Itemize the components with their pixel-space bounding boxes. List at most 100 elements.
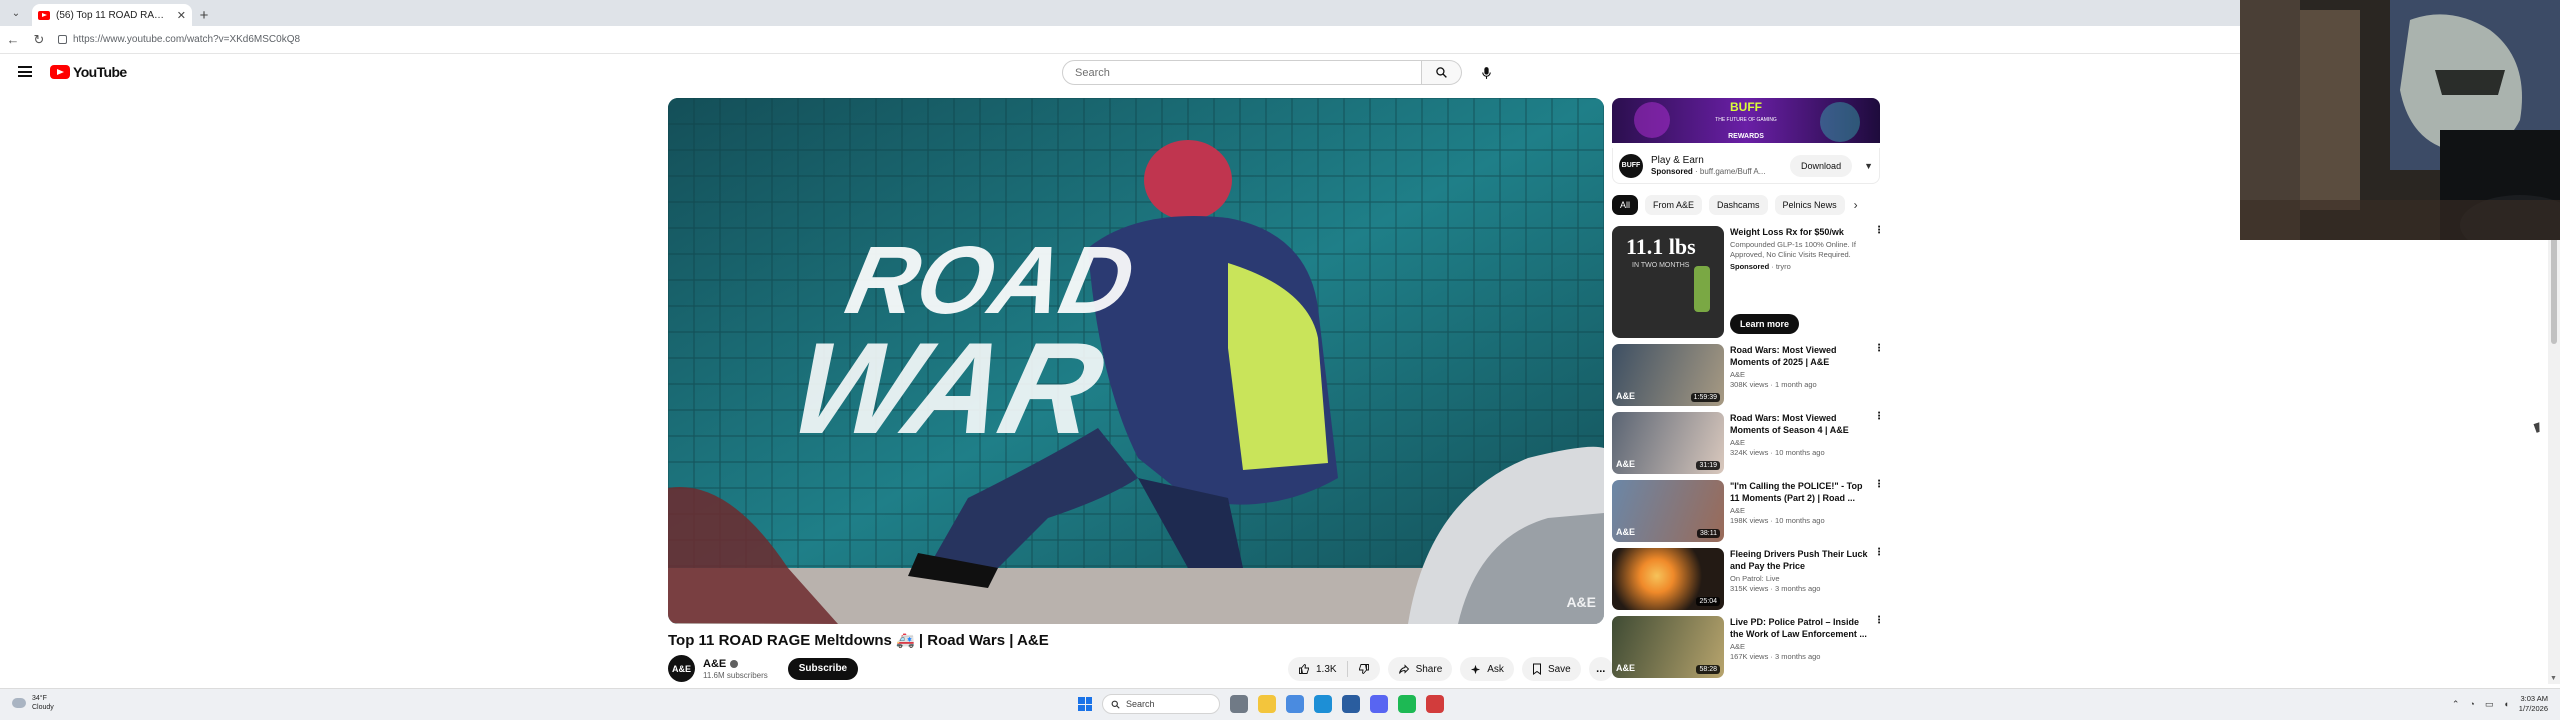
recommendation-title[interactable]: Road Wars: Most Viewed Moments of 2025 |… [1730, 344, 1870, 368]
url-field[interactable]: https://www.youtube.com/watch?v=XKd6MSC0… [58, 34, 300, 45]
recommendation-info: "I'm Calling the POLICE!" - Top 11 Momen… [1730, 480, 1884, 542]
recommendation-thumbnail[interactable]: A&E 1:59:39 [1612, 344, 1724, 406]
learn-more-button[interactable]: Learn more [1730, 314, 1800, 334]
ad-title: Play & Earn [1651, 155, 1704, 166]
recommendation-meta: 308K views · 1 month ago [1730, 380, 1817, 389]
recommendation-meta: 167K views · 3 months ago [1730, 652, 1821, 661]
network-icon[interactable]: ◔ [2469, 699, 2474, 709]
new-tab-icon[interactable]: + [192, 4, 216, 26]
chevron-up-icon[interactable]: ⌃ [2452, 699, 2460, 710]
promoted-description: Compounded GLP-1s 100% Online. If Approv… [1730, 240, 1856, 259]
task-view-icon[interactable] [1230, 695, 1248, 713]
ask-button[interactable]: Ask [1460, 657, 1514, 681]
recommendation-channel[interactable]: A&E [1730, 506, 1870, 515]
video-overlay-war: WAR [778, 316, 1117, 461]
save-button[interactable]: Save [1521, 657, 1581, 681]
channel-avatar[interactable]: A&E [668, 655, 695, 682]
recommendation-channel[interactable]: A&E [1730, 370, 1870, 379]
more-options-icon[interactable]: ⋮ [1874, 226, 1884, 236]
ad-info-row[interactable]: BUFF Play & Earn Sponsored · buff.game/B… [1612, 148, 1880, 184]
more-actions-button[interactable]: ... [1588, 657, 1613, 681]
subscribe-button[interactable]: Subscribe [787, 657, 859, 680]
voice-search-button[interactable] [1474, 60, 1499, 85]
promoted-title[interactable]: Weight Loss Rx for $50/wk [1730, 226, 1882, 238]
chip-all[interactable]: All [1612, 195, 1639, 215]
youtube-logo-icon [50, 65, 70, 79]
dislike-icon[interactable] [1358, 663, 1370, 675]
webcam-overlay [2240, 0, 2560, 240]
promoted-thumb-headline: 11.1 lbs [1626, 234, 1696, 259]
recommendation-thumbnail[interactable]: 25:04 [1612, 548, 1724, 610]
chrome-icon[interactable] [1286, 695, 1304, 713]
edge-icon[interactable] [1314, 695, 1332, 713]
recommendation-channel[interactable]: A&E [1730, 642, 1870, 651]
more-options-icon[interactable]: ⋮ [1874, 616, 1884, 626]
chip-from-ae[interactable]: From A&E [1645, 195, 1703, 215]
browser-tab-active[interactable]: (56) Top 11 ROAD RAGE Melt ✕ [32, 4, 192, 26]
more-options-icon[interactable]: ⋮ [1874, 480, 1884, 490]
volume-icon[interactable]: ◖ [2503, 699, 2508, 709]
more-options-icon[interactable]: ⋮ [1874, 548, 1884, 558]
ad-banner-brand: BUFF [1730, 100, 1762, 114]
display-icon[interactable]: ▭ [2485, 699, 2494, 710]
channel-name[interactable]: A&E [703, 658, 726, 670]
store-icon[interactable] [1342, 695, 1360, 713]
recommendation-thumbnail[interactable]: A&E 31:19 [1612, 412, 1724, 474]
windows-start-icon[interactable] [1078, 697, 1092, 711]
scrollbar-thumb[interactable] [2551, 234, 2557, 344]
file-explorer-icon[interactable] [1258, 695, 1276, 713]
reload-icon[interactable]: ↻ [32, 32, 46, 48]
recommendation-item[interactable]: A&E 58:28 Live PD: Police Patrol – Inside… [1612, 616, 1884, 678]
related-sidebar: BUFF THE FUTURE OF GAMING REWARDS BUFF P… [1612, 98, 1884, 678]
recommendation-title[interactable]: Road Wars: Most Viewed Moments of Season… [1730, 412, 1870, 436]
recommendation-item[interactable]: A&E 1:59:39 Road Wars: Most Viewed Moment… [1612, 344, 1884, 406]
chevron-down-icon[interactable]: ▼ [1864, 161, 1873, 171]
taskbar-search[interactable]: Search [1102, 694, 1220, 714]
weather-widget[interactable]: 34°F Cloudy [12, 694, 54, 712]
channel-name-row[interactable]: A&E [703, 658, 768, 670]
recommendation-channel[interactable]: A&E [1730, 438, 1870, 447]
promoted-sponsor: Sponsored · tryro [1730, 262, 1882, 271]
search-input[interactable]: Search [1062, 60, 1422, 85]
ad-banner-image[interactable]: BUFF THE FUTURE OF GAMING REWARDS [1612, 98, 1880, 143]
tab-search-icon[interactable]: ⌄ [4, 3, 28, 23]
youtube-logo[interactable]: YouTube [50, 64, 127, 80]
recommendation-title[interactable]: Fleeing Drivers Push Their Luck and Pay … [1730, 548, 1870, 572]
clock[interactable]: 3:03 AM 1/7/2026 [2519, 694, 2548, 714]
recommendation-channel[interactable]: On Patrol: Live [1730, 574, 1870, 583]
promoted-thumbnail[interactable]: 11.1 lbs IN TWO MONTHS [1612, 226, 1724, 338]
chevron-right-icon[interactable]: › [1854, 198, 1858, 212]
menu-icon[interactable] [18, 66, 32, 77]
search-button[interactable] [1422, 60, 1462, 85]
video-player[interactable]: ROAD WAR A&E [668, 98, 1604, 624]
search-icon [1111, 700, 1120, 709]
like-icon[interactable] [1298, 663, 1310, 675]
promoted-item[interactable]: 11.1 lbs IN TWO MONTHS Weight Loss Rx fo… [1612, 226, 1884, 338]
recommendation-item[interactable]: 25:04 Fleeing Drivers Push Their Luck an… [1612, 548, 1884, 610]
like-count[interactable]: 1.3K [1316, 664, 1337, 675]
recommendation-meta: 198K views · 10 months ago [1730, 516, 1825, 525]
scroll-down-icon[interactable]: ▼ [2550, 675, 2557, 682]
recommendation-item[interactable]: A&E 38:11 "I'm Calling the POLICE!" - Top… [1612, 480, 1884, 542]
app-icon[interactable] [1426, 695, 1444, 713]
download-button[interactable]: Download [1790, 154, 1853, 177]
spotify-icon[interactable] [1398, 695, 1416, 713]
recommendation-title[interactable]: "I'm Calling the POLICE!" - Top 11 Momen… [1730, 480, 1870, 504]
back-icon[interactable]: ← [6, 32, 20, 47]
clock-date: 1/7/2026 [2518, 704, 2548, 713]
recommendation-item[interactable]: A&E 31:19 Road Wars: Most Viewed Moments … [1612, 412, 1884, 474]
share-button[interactable]: Share [1387, 657, 1453, 681]
recommendation-thumbnail[interactable]: A&E 38:11 [1612, 480, 1724, 542]
ad-text: Play & Earn Sponsored · buff.game/Buff A… [1651, 155, 1782, 176]
more-options-icon[interactable]: ⋮ [1874, 344, 1884, 354]
chip-dashcams[interactable]: Dashcams [1709, 195, 1768, 215]
recommendation-title[interactable]: Live PD: Police Patrol – Inside the Work… [1730, 616, 1870, 640]
site-info-icon[interactable] [58, 35, 67, 44]
chip-pelnics-news[interactable]: Pelnics News [1774, 195, 1845, 215]
close-tab-icon[interactable]: ✕ [177, 9, 186, 22]
svg-text:REWARDS: REWARDS [1728, 133, 1764, 140]
discord-icon[interactable] [1370, 695, 1388, 713]
svg-text:BUFF: BUFF [1730, 100, 1762, 114]
recommendation-thumbnail[interactable]: A&E 58:28 [1612, 616, 1724, 678]
more-options-icon[interactable]: ⋮ [1874, 412, 1884, 422]
